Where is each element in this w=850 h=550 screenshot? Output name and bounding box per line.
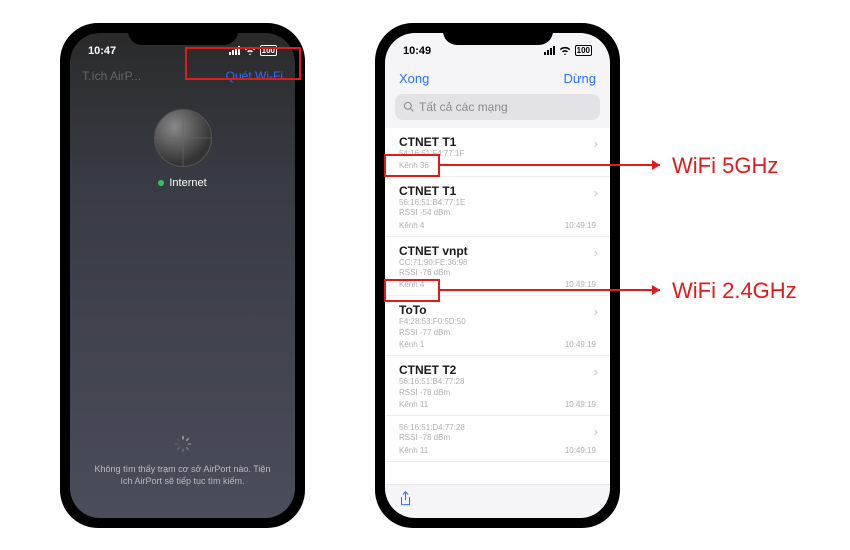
network-time: 10:49:19 <box>565 221 596 230</box>
chevron-right-icon: › <box>594 185 598 200</box>
network-mac: 56:16:51:D4:77:28 <box>399 423 596 433</box>
network-item[interactable]: CTNET T156:16:51:B4:77:1ERSSI -54 dBm Kên… <box>385 177 610 237</box>
network-mac: 54:16:51:F4:77:1F <box>399 149 596 159</box>
network-time: 10:49:19 <box>565 340 596 349</box>
stop-button[interactable]: Dừng <box>563 71 596 86</box>
status-time: 10:47 <box>88 45 116 57</box>
network-list[interactable]: CTNET T154:16:51:F4:77:1FKênh 36›CTNET T… <box>385 128 610 484</box>
screen-wifi-scanner: 10:49 100 Xong Dừng Tất cả các mạng CTNE… <box>385 33 610 518</box>
status-icons: 100 <box>544 45 592 56</box>
network-rssi: RSSI -78 dBm <box>399 433 596 443</box>
network-time: 10:49:19 <box>565 280 596 289</box>
phone-right: 10:49 100 Xong Dừng Tất cả các mạng CTNE… <box>375 23 620 528</box>
network-channel: Kênh 36 <box>399 161 429 170</box>
network-name: CTNET vnpt <box>399 244 596 258</box>
done-button[interactable]: Xong <box>399 71 429 86</box>
search-placeholder: Tất cả các mạng <box>419 100 508 114</box>
cellular-signal-icon <box>544 46 555 55</box>
network-channel: Kênh 4 <box>399 221 424 230</box>
network-item[interactable]: CTNET T154:16:51:F4:77:1F Kênh 36 › <box>385 128 610 177</box>
nav-bar: Xong Dừng <box>385 63 610 94</box>
network-mac: 56:16:51:B4:77:28 <box>399 377 596 387</box>
chevron-right-icon: › <box>594 245 598 260</box>
network-item[interactable]: CTNET vnptCC:71:90:FE:36:98RSSI -76 dBm K… <box>385 237 610 297</box>
globe-icon[interactable] <box>154 109 212 167</box>
network-rssi: RSSI -78 dBm <box>399 388 596 398</box>
back-link[interactable]: T.ích AirP... <box>82 69 141 83</box>
search-input[interactable]: Tất cả các mạng <box>395 94 600 120</box>
network-rssi: RSSI -77 dBm <box>399 328 596 338</box>
battery-icon: 100 <box>575 45 592 56</box>
screen-airport-utility: 10:47 100 T.ích AirP... Quét Wi-Fi Inter… <box>70 33 295 518</box>
network-channel: Kênh 11 <box>399 446 428 455</box>
network-channel: Kênh 4 <box>399 280 424 289</box>
nav-bar: T.ích AirP... Quét Wi-Fi <box>70 63 295 89</box>
internet-label: Internet <box>169 177 206 189</box>
network-item[interactable]: 56:16:51:D4:77:28RSSI -78 dBm Kênh 11 10:4… <box>385 416 610 462</box>
searching-section: Không tìm thấy trạm cơ sở AirPort nào. T… <box>70 435 295 517</box>
chevron-right-icon: › <box>594 424 598 439</box>
annotation-5ghz: WiFi 5GHz <box>672 153 778 179</box>
network-item[interactable]: ToToF4:28:53:F0:5D:50RSSI -77 dBm Kênh 1 1… <box>385 296 610 356</box>
network-item[interactable]: CTNET T256:16:51:B4:77:28RSSI -78 dBm Kên… <box>385 356 610 416</box>
not-found-text: Không tìm thấy trạm cơ sở AirPort nào. T… <box>90 463 275 487</box>
wifi-status-icon <box>244 46 256 55</box>
notch <box>128 23 238 45</box>
scan-wifi-button[interactable]: Quét Wi-Fi <box>226 69 283 83</box>
network-name: CTNET T1 <box>399 135 596 149</box>
network-time: 10:49:19 <box>565 446 596 455</box>
network-rssi: RSSI -76 dBm <box>399 268 596 278</box>
network-name: CTNET T2 <box>399 363 596 377</box>
phone-left: 10:47 100 T.ích AirP... Quét Wi-Fi Inter… <box>60 23 305 528</box>
bottom-toolbar <box>385 484 610 518</box>
internet-status-section: Internet <box>70 89 295 189</box>
status-time: 10:49 <box>403 45 431 57</box>
chevron-right-icon: › <box>594 364 598 379</box>
chevron-right-icon: › <box>594 304 598 319</box>
network-mac: 56:16:51:B4:77:1E <box>399 198 596 208</box>
network-time: 10:49:19 <box>565 400 596 409</box>
network-name: ToTo <box>399 303 596 317</box>
search-icon <box>403 101 414 112</box>
annotation-24ghz: WiFi 2.4GHz <box>672 278 797 304</box>
network-rssi: RSSI -54 dBm <box>399 208 596 218</box>
search-container: Tất cả các mạng <box>385 94 610 128</box>
share-icon[interactable] <box>399 491 412 507</box>
battery-icon: 100 <box>260 45 277 56</box>
cellular-signal-icon <box>229 46 240 55</box>
network-channel: Kênh 1 <box>399 340 424 349</box>
status-icons: 100 <box>229 45 277 56</box>
internet-status-row: Internet <box>158 177 206 189</box>
wifi-status-icon <box>559 46 571 55</box>
network-mac: F4:28:53:F0:5D:50 <box>399 317 596 327</box>
network-channel: Kênh 11 <box>399 400 428 409</box>
status-dot-icon <box>158 180 164 186</box>
chevron-right-icon: › <box>594 136 598 151</box>
network-mac: CC:71:90:FE:36:98 <box>399 258 596 268</box>
network-name: CTNET T1 <box>399 184 596 198</box>
notch <box>443 23 553 45</box>
spinner-icon <box>174 435 192 453</box>
